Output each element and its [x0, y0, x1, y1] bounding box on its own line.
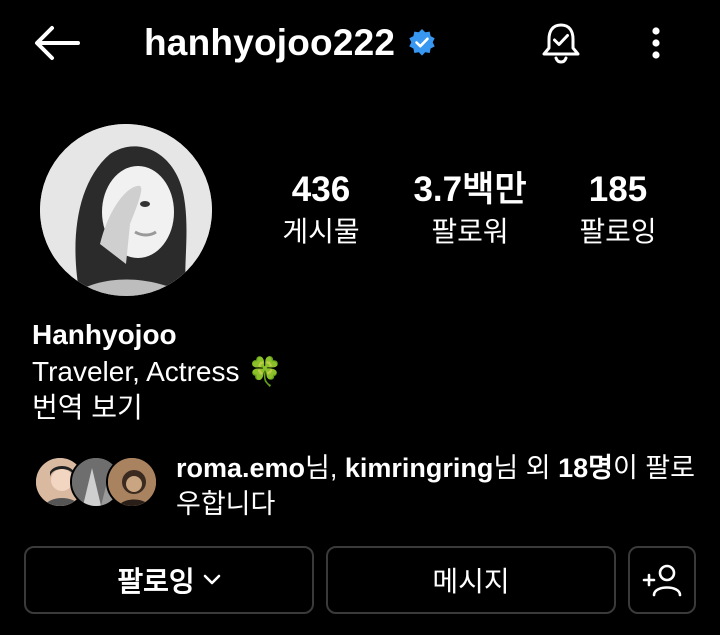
following-count: 185: [588, 170, 648, 209]
following-stat[interactable]: 185 팔로잉: [543, 168, 693, 250]
clover-emoji: 🍀: [247, 356, 283, 387]
chevron-down-icon: [203, 574, 220, 585]
see-translation-link[interactable]: 번역 보기: [32, 390, 282, 426]
posts-label: 게시물: [282, 216, 360, 247]
mutual-user-2[interactable]: kimringring: [345, 453, 494, 483]
posts-stat[interactable]: 436 게시물: [246, 168, 396, 250]
notifications-button[interactable]: [536, 18, 586, 68]
followers-label: 팔로워: [431, 216, 509, 247]
mutual-followers[interactable]: roma.emo님, kimringring님 외 18명이 팔로우합니다: [34, 450, 696, 530]
more-options-button[interactable]: [636, 18, 676, 68]
bell-icon: [542, 23, 580, 64]
back-button[interactable]: [28, 20, 84, 66]
back-arrow-icon: [35, 26, 80, 60]
mutual-count: 18명: [558, 453, 613, 483]
mutual-separator: 님,: [305, 453, 345, 483]
profile-avatar[interactable]: [40, 124, 212, 296]
display-name: Hanhyojoo: [32, 319, 177, 350]
profile-username-header: hanhyojoo222: [144, 18, 437, 68]
add-person-icon: [642, 564, 682, 597]
mutual-user-1[interactable]: roma.emo: [176, 453, 305, 483]
username: hanhyojoo222: [144, 22, 396, 63]
verified-badge-icon: [407, 28, 437, 58]
following-button-label: 팔로잉: [117, 566, 195, 597]
followers-count: 3.7백만: [413, 170, 527, 209]
following-button[interactable]: 팔로잉: [24, 546, 314, 614]
mutual-avatars: [34, 456, 158, 510]
top-bar: hanhyojoo222: [0, 0, 720, 86]
message-button-label: 메시지: [432, 566, 510, 597]
mutual-separator: 님 외: [493, 453, 559, 483]
bio-text: Traveler, Actress: [32, 356, 240, 387]
bio-description: Traveler, Actress 🍀: [32, 354, 282, 390]
more-vertical-icon: [652, 27, 660, 59]
following-label: 팔로잉: [579, 216, 657, 247]
mutual-followers-text: roma.emo님, kimringring님 외 18명이 팔로우합니다: [176, 450, 696, 522]
followers-stat[interactable]: 3.7백만 팔로워: [395, 168, 545, 250]
suggested-people-button[interactable]: [628, 546, 696, 614]
posts-count: 436: [291, 170, 351, 209]
mutual-avatar: [106, 456, 158, 508]
profile-bio: Hanhyojoo Traveler, Actress 🍀 번역 보기: [32, 316, 282, 426]
message-button[interactable]: 메시지: [326, 546, 616, 614]
